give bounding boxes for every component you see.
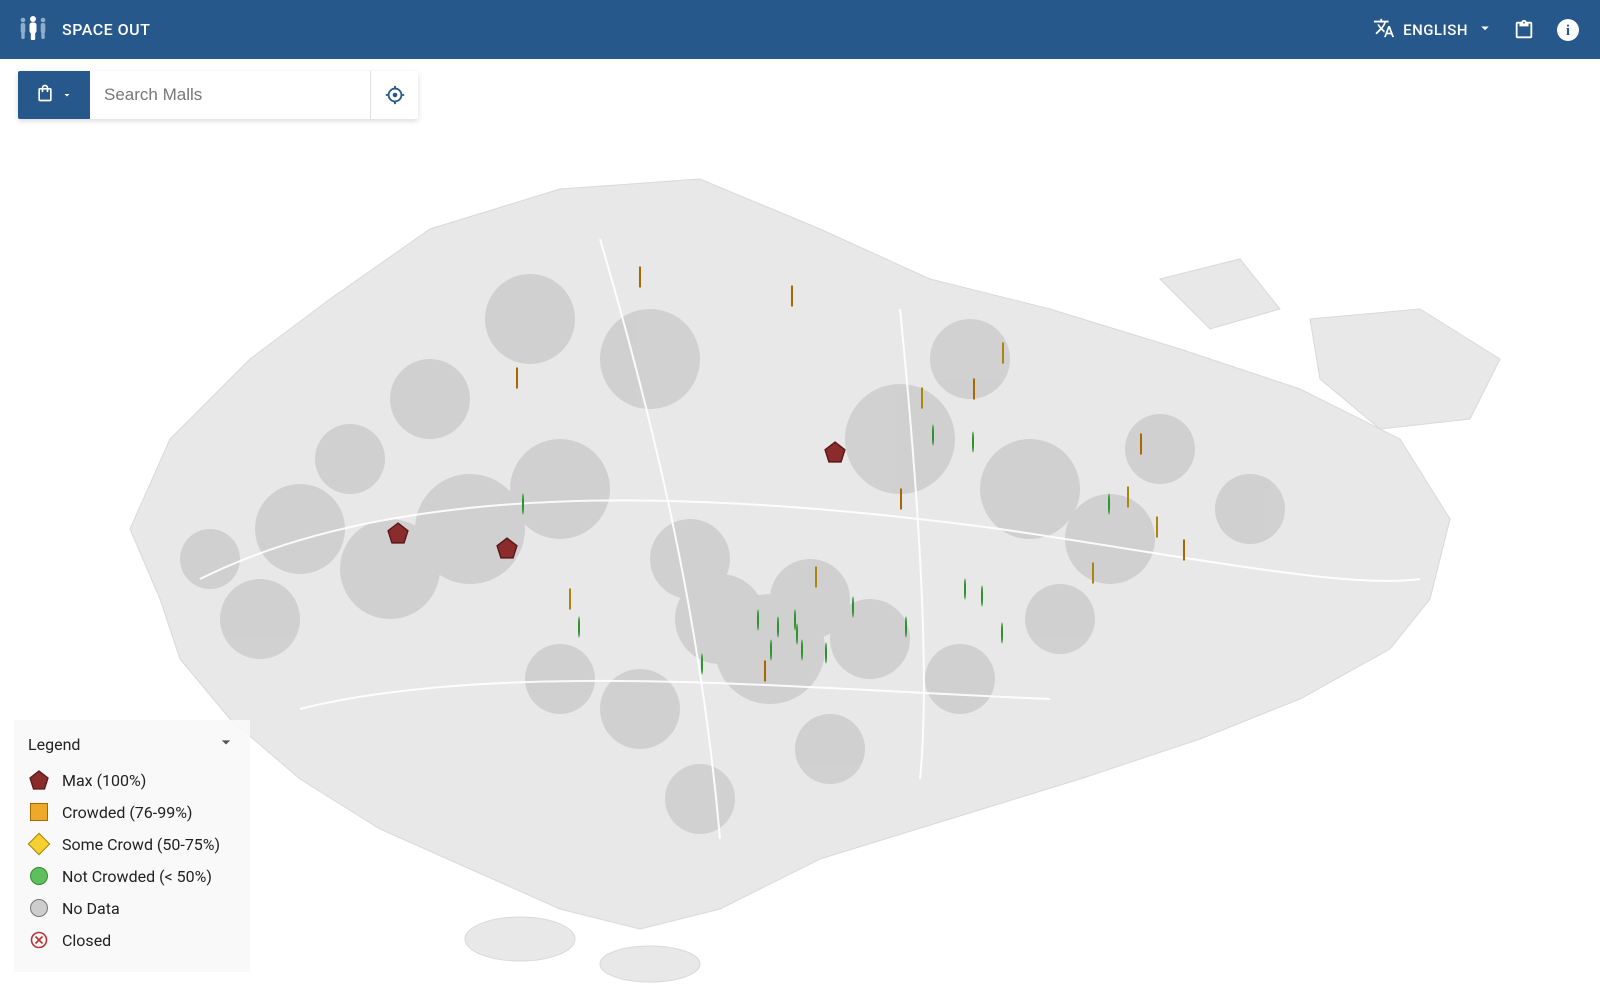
category-dropdown[interactable] bbox=[18, 71, 90, 119]
marker-max[interactable] bbox=[496, 537, 518, 563]
marker-some[interactable] bbox=[1156, 517, 1158, 536]
marker-not[interactable] bbox=[796, 625, 798, 644]
legend-item-not: Not Crowded (< 50%) bbox=[28, 860, 236, 892]
translate-icon bbox=[1373, 17, 1395, 43]
marker-crowded[interactable] bbox=[1183, 540, 1185, 559]
legend-item-nodata: No Data bbox=[28, 892, 236, 924]
app-header: SPACE OUT ENGLISH i bbox=[0, 0, 1600, 59]
legend-item-crowded: Crowded (76-99%) bbox=[28, 796, 236, 828]
marker-some[interactable] bbox=[1092, 564, 1094, 583]
legend-title: Legend bbox=[28, 735, 80, 754]
marker-not[interactable] bbox=[757, 610, 759, 629]
marker-not[interactable] bbox=[701, 654, 703, 673]
clipboard-button[interactable] bbox=[1510, 16, 1538, 44]
marker-not[interactable] bbox=[932, 425, 934, 444]
legend-label: Crowded (76-99%) bbox=[62, 803, 192, 822]
legend-item-closed: Closed bbox=[28, 924, 236, 956]
marker-crowded[interactable] bbox=[764, 662, 766, 681]
chevron-down-icon bbox=[1476, 19, 1494, 41]
marker-not[interactable] bbox=[801, 641, 803, 660]
brand: SPACE OUT bbox=[18, 15, 150, 45]
search-toolbar bbox=[18, 71, 418, 119]
legend-label: Not Crowded (< 50%) bbox=[62, 867, 212, 886]
marker-some[interactable] bbox=[815, 568, 817, 587]
shopping-bag-icon bbox=[35, 83, 55, 107]
marker-crowded[interactable] bbox=[900, 490, 902, 509]
marker-max[interactable] bbox=[387, 522, 409, 548]
app-title: SPACE OUT bbox=[62, 20, 150, 39]
marker-some[interactable] bbox=[569, 589, 571, 608]
legend-label: Some Crowd (50-75%) bbox=[62, 835, 220, 854]
legend-label: Closed bbox=[62, 931, 111, 950]
header-actions: ENGLISH i bbox=[1373, 16, 1582, 44]
marker-max[interactable] bbox=[824, 441, 846, 467]
marker-not[interactable] bbox=[777, 617, 779, 636]
legend-item-max: Max (100%) bbox=[28, 764, 236, 796]
marker-some[interactable] bbox=[1002, 344, 1004, 363]
marker-some[interactable] bbox=[1127, 488, 1129, 507]
marker-not[interactable] bbox=[964, 580, 966, 599]
caret-down-icon bbox=[61, 86, 73, 105]
legend-panel: Legend Max (100%) Crowded (76-99%) Some … bbox=[14, 720, 250, 972]
marker-not[interactable] bbox=[1108, 495, 1110, 514]
language-selector[interactable]: ENGLISH bbox=[1373, 17, 1494, 43]
locate-button[interactable] bbox=[370, 71, 418, 119]
language-label: ENGLISH bbox=[1403, 21, 1468, 39]
search-input[interactable] bbox=[90, 71, 370, 119]
marker-crowded[interactable] bbox=[791, 287, 793, 306]
legend-label: No Data bbox=[62, 899, 120, 918]
legend-list: Max (100%) Crowded (76-99%) Some Crowd (… bbox=[28, 764, 236, 956]
marker-not[interactable] bbox=[852, 597, 854, 616]
marker-crowded[interactable] bbox=[516, 368, 518, 387]
legend-toggle[interactable]: Legend bbox=[28, 732, 236, 756]
marker-not[interactable] bbox=[972, 433, 974, 452]
marker-not[interactable] bbox=[522, 495, 524, 514]
svg-text:i: i bbox=[1566, 23, 1570, 39]
marker-crowded[interactable] bbox=[973, 380, 975, 399]
marker-not[interactable] bbox=[905, 617, 907, 636]
marker-crowded[interactable] bbox=[1140, 435, 1142, 454]
marker-not[interactable] bbox=[578, 618, 580, 637]
marker-crowded[interactable] bbox=[639, 268, 641, 287]
marker-some[interactable] bbox=[921, 388, 923, 407]
info-button[interactable]: i bbox=[1554, 16, 1582, 44]
legend-item-some: Some Crowd (50-75%) bbox=[28, 828, 236, 860]
logo-icon bbox=[18, 15, 48, 45]
marker-not[interactable] bbox=[770, 641, 772, 660]
legend-label: Max (100%) bbox=[62, 771, 146, 790]
marker-not[interactable] bbox=[825, 644, 827, 663]
marker-not[interactable] bbox=[981, 587, 983, 606]
marker-not[interactable] bbox=[1001, 624, 1003, 643]
search-input-wrap bbox=[90, 71, 370, 119]
map-container[interactable]: Legend Max (100%) Crowded (76-99%) Some … bbox=[0, 59, 1600, 1008]
chevron-down-icon bbox=[216, 732, 236, 756]
